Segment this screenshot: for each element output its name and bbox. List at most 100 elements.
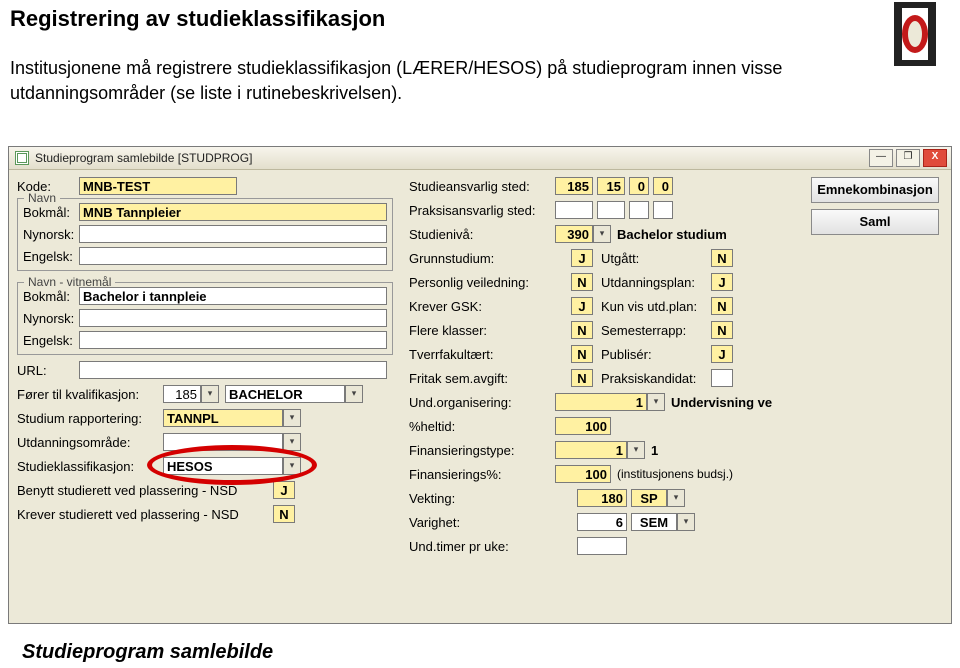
krever-gsk-label: Krever GSK:: [409, 299, 482, 314]
heltid-input[interactable]: 100: [555, 417, 611, 435]
semesterrapp-input[interactable]: N: [711, 321, 733, 339]
praksisansvarlig-1[interactable]: [555, 201, 593, 219]
vekting-dropdown[interactable]: [667, 489, 685, 507]
utdanningsplan-label: Utdanningsplan:: [601, 275, 695, 290]
kvalifikasjon-name-dropdown[interactable]: [345, 385, 363, 403]
rapportering-dropdown[interactable]: [283, 409, 301, 427]
praksisansvarlig-3[interactable]: [629, 201, 649, 219]
varighet-label: Varighet:: [409, 515, 460, 530]
vitnemal-bokmal-input[interactable]: Bachelor i tannpleie: [79, 287, 387, 305]
finanstype-input[interactable]: 1: [555, 441, 627, 459]
utdanningsomrade-input[interactable]: [163, 433, 283, 451]
grunnstudium-input[interactable]: J: [571, 249, 593, 267]
rapportering-input[interactable]: TANNPL: [163, 409, 283, 427]
publiser-input[interactable]: J: [711, 345, 733, 363]
tverrfakultert-input[interactable]: N: [571, 345, 593, 363]
flere-klasser-input[interactable]: N: [571, 321, 593, 339]
kvalifikasjon-code-dropdown[interactable]: [201, 385, 219, 403]
page-intro: Institusjonene må registrere studieklass…: [10, 56, 790, 106]
publiser-label: Publisér:: [601, 347, 652, 362]
heltid-label: %heltid:: [409, 419, 455, 434]
studieansvarlig-4[interactable]: 0: [653, 177, 673, 195]
emnekombinasjon-button[interactable]: Emnekombinasjon: [811, 177, 939, 203]
finanstype-label: Finansieringstype:: [409, 443, 515, 458]
nynorsk-input[interactable]: [79, 225, 387, 243]
studieansvarlig-label: Studieansvarlig sted:: [409, 179, 530, 194]
studprog-window: Studieprogram samlebilde [STUDPROG] — ❐ …: [8, 146, 952, 624]
und-org-name: Undervisning ve: [671, 395, 772, 410]
form-area: Kode: MNB-TEST Navn Bokmål: MNB Tannplei…: [17, 179, 943, 615]
utgatt-label: Utgått:: [601, 251, 639, 266]
utdanningsomrade-dropdown[interactable]: [283, 433, 301, 451]
fritak-input[interactable]: N: [571, 369, 593, 387]
vitnemal-bokmal-label: Bokmål:: [23, 289, 70, 304]
finanspct-input[interactable]: 100: [555, 465, 611, 483]
institution-logo: [890, 2, 940, 66]
vekting-unit-input[interactable]: SP: [631, 489, 667, 507]
und-org-label: Und.organisering:: [409, 395, 512, 410]
navn-legend: Navn: [24, 191, 60, 205]
kun-vis-label: Kun vis utd.plan:: [601, 299, 697, 314]
tverrfakultert-label: Tverrfakultært:: [409, 347, 494, 362]
nynorsk-label: Nynorsk:: [23, 227, 74, 242]
varighet-dropdown[interactable]: [677, 513, 695, 531]
praksisansvarlig-label: Praksisansvarlig sted:: [409, 203, 535, 218]
bokmal-input[interactable]: MNB Tannpleier: [79, 203, 387, 221]
krever-nsd-input[interactable]: N: [273, 505, 295, 523]
vitnemal-engelsk-label: Engelsk:: [23, 333, 73, 348]
footer-caption: Studieprogram samlebilde: [22, 641, 273, 664]
url-input[interactable]: [79, 361, 387, 379]
benytt-nsd-input[interactable]: J: [273, 481, 295, 499]
varighet-input[interactable]: 6: [577, 513, 627, 531]
url-label: URL:: [17, 363, 47, 378]
studieklassifikasjon-label: Studieklassifikasjon:: [17, 459, 134, 474]
bokmal-label: Bokmål:: [23, 205, 70, 220]
studieansvarlig-1[interactable]: 185: [555, 177, 593, 195]
und-org-dropdown[interactable]: [647, 393, 665, 411]
kun-vis-input[interactable]: N: [711, 297, 733, 315]
minimize-button[interactable]: —: [869, 149, 893, 167]
praksiskandidat-input[interactable]: [711, 369, 733, 387]
studieniva-dropdown[interactable]: [593, 225, 611, 243]
praksiskandidat-label: Praksiskandidat:: [601, 371, 696, 386]
und-timer-input[interactable]: [577, 537, 627, 555]
studieansvarlig-2[interactable]: 15: [597, 177, 625, 195]
kvalifikasjon-name-input[interactable]: BACHELOR: [225, 385, 345, 403]
finanspct-label: Finansierings%:: [409, 467, 502, 482]
vitnemal-nynorsk-input[interactable]: [79, 309, 387, 327]
studieniva-name: Bachelor studium: [617, 227, 727, 242]
vitnemal-engelsk-input[interactable]: [79, 331, 387, 349]
praksisansvarlig-4[interactable]: [653, 201, 673, 219]
studieniva-label: Studienivå:: [409, 227, 473, 242]
engelsk-input[interactable]: [79, 247, 387, 265]
studieklassifikasjon-input[interactable]: HESOS: [163, 457, 283, 475]
vekting-input[interactable]: 180: [577, 489, 627, 507]
benytt-nsd-label: Benytt studierett ved plassering - NSD: [17, 483, 237, 498]
krever-gsk-input[interactable]: J: [571, 297, 593, 315]
semesterrapp-label: Semesterrapp:: [601, 323, 686, 338]
engelsk-label: Engelsk:: [23, 249, 73, 264]
maximize-button[interactable]: ❐: [896, 149, 920, 167]
varighet-unit-input[interactable]: SEM: [631, 513, 677, 531]
krever-nsd-label: Krever studierett ved plassering - NSD: [17, 507, 239, 522]
kvalifikasjon-label: Fører til kvalifikasjon:: [17, 387, 139, 402]
finanstype-extra: 1: [651, 443, 658, 458]
und-org-input[interactable]: 1: [555, 393, 647, 411]
utgatt-input[interactable]: N: [711, 249, 733, 267]
studieniva-input[interactable]: 390: [555, 225, 593, 243]
kvalifikasjon-code-input[interactable]: 185: [163, 385, 201, 403]
utdanningsplan-input[interactable]: J: [711, 273, 733, 291]
rapportering-label: Studium rapportering:: [17, 411, 142, 426]
studieansvarlig-3[interactable]: 0: [629, 177, 649, 195]
personlig-input[interactable]: N: [571, 273, 593, 291]
finanspct-extra: (institusjonens budsj.): [617, 467, 733, 481]
studieklassifikasjon-dropdown[interactable]: [283, 457, 301, 475]
finanstype-dropdown[interactable]: [627, 441, 645, 459]
fritak-label: Fritak sem.avgift:: [409, 371, 508, 386]
und-timer-label: Und.timer pr uke:: [409, 539, 509, 554]
window-icon: [15, 151, 29, 165]
close-button[interactable]: X: [923, 149, 947, 167]
page-title: Registrering av studieklassifikasjon: [10, 6, 385, 32]
saml-button[interactable]: Saml: [811, 209, 939, 235]
praksisansvarlig-2[interactable]: [597, 201, 625, 219]
